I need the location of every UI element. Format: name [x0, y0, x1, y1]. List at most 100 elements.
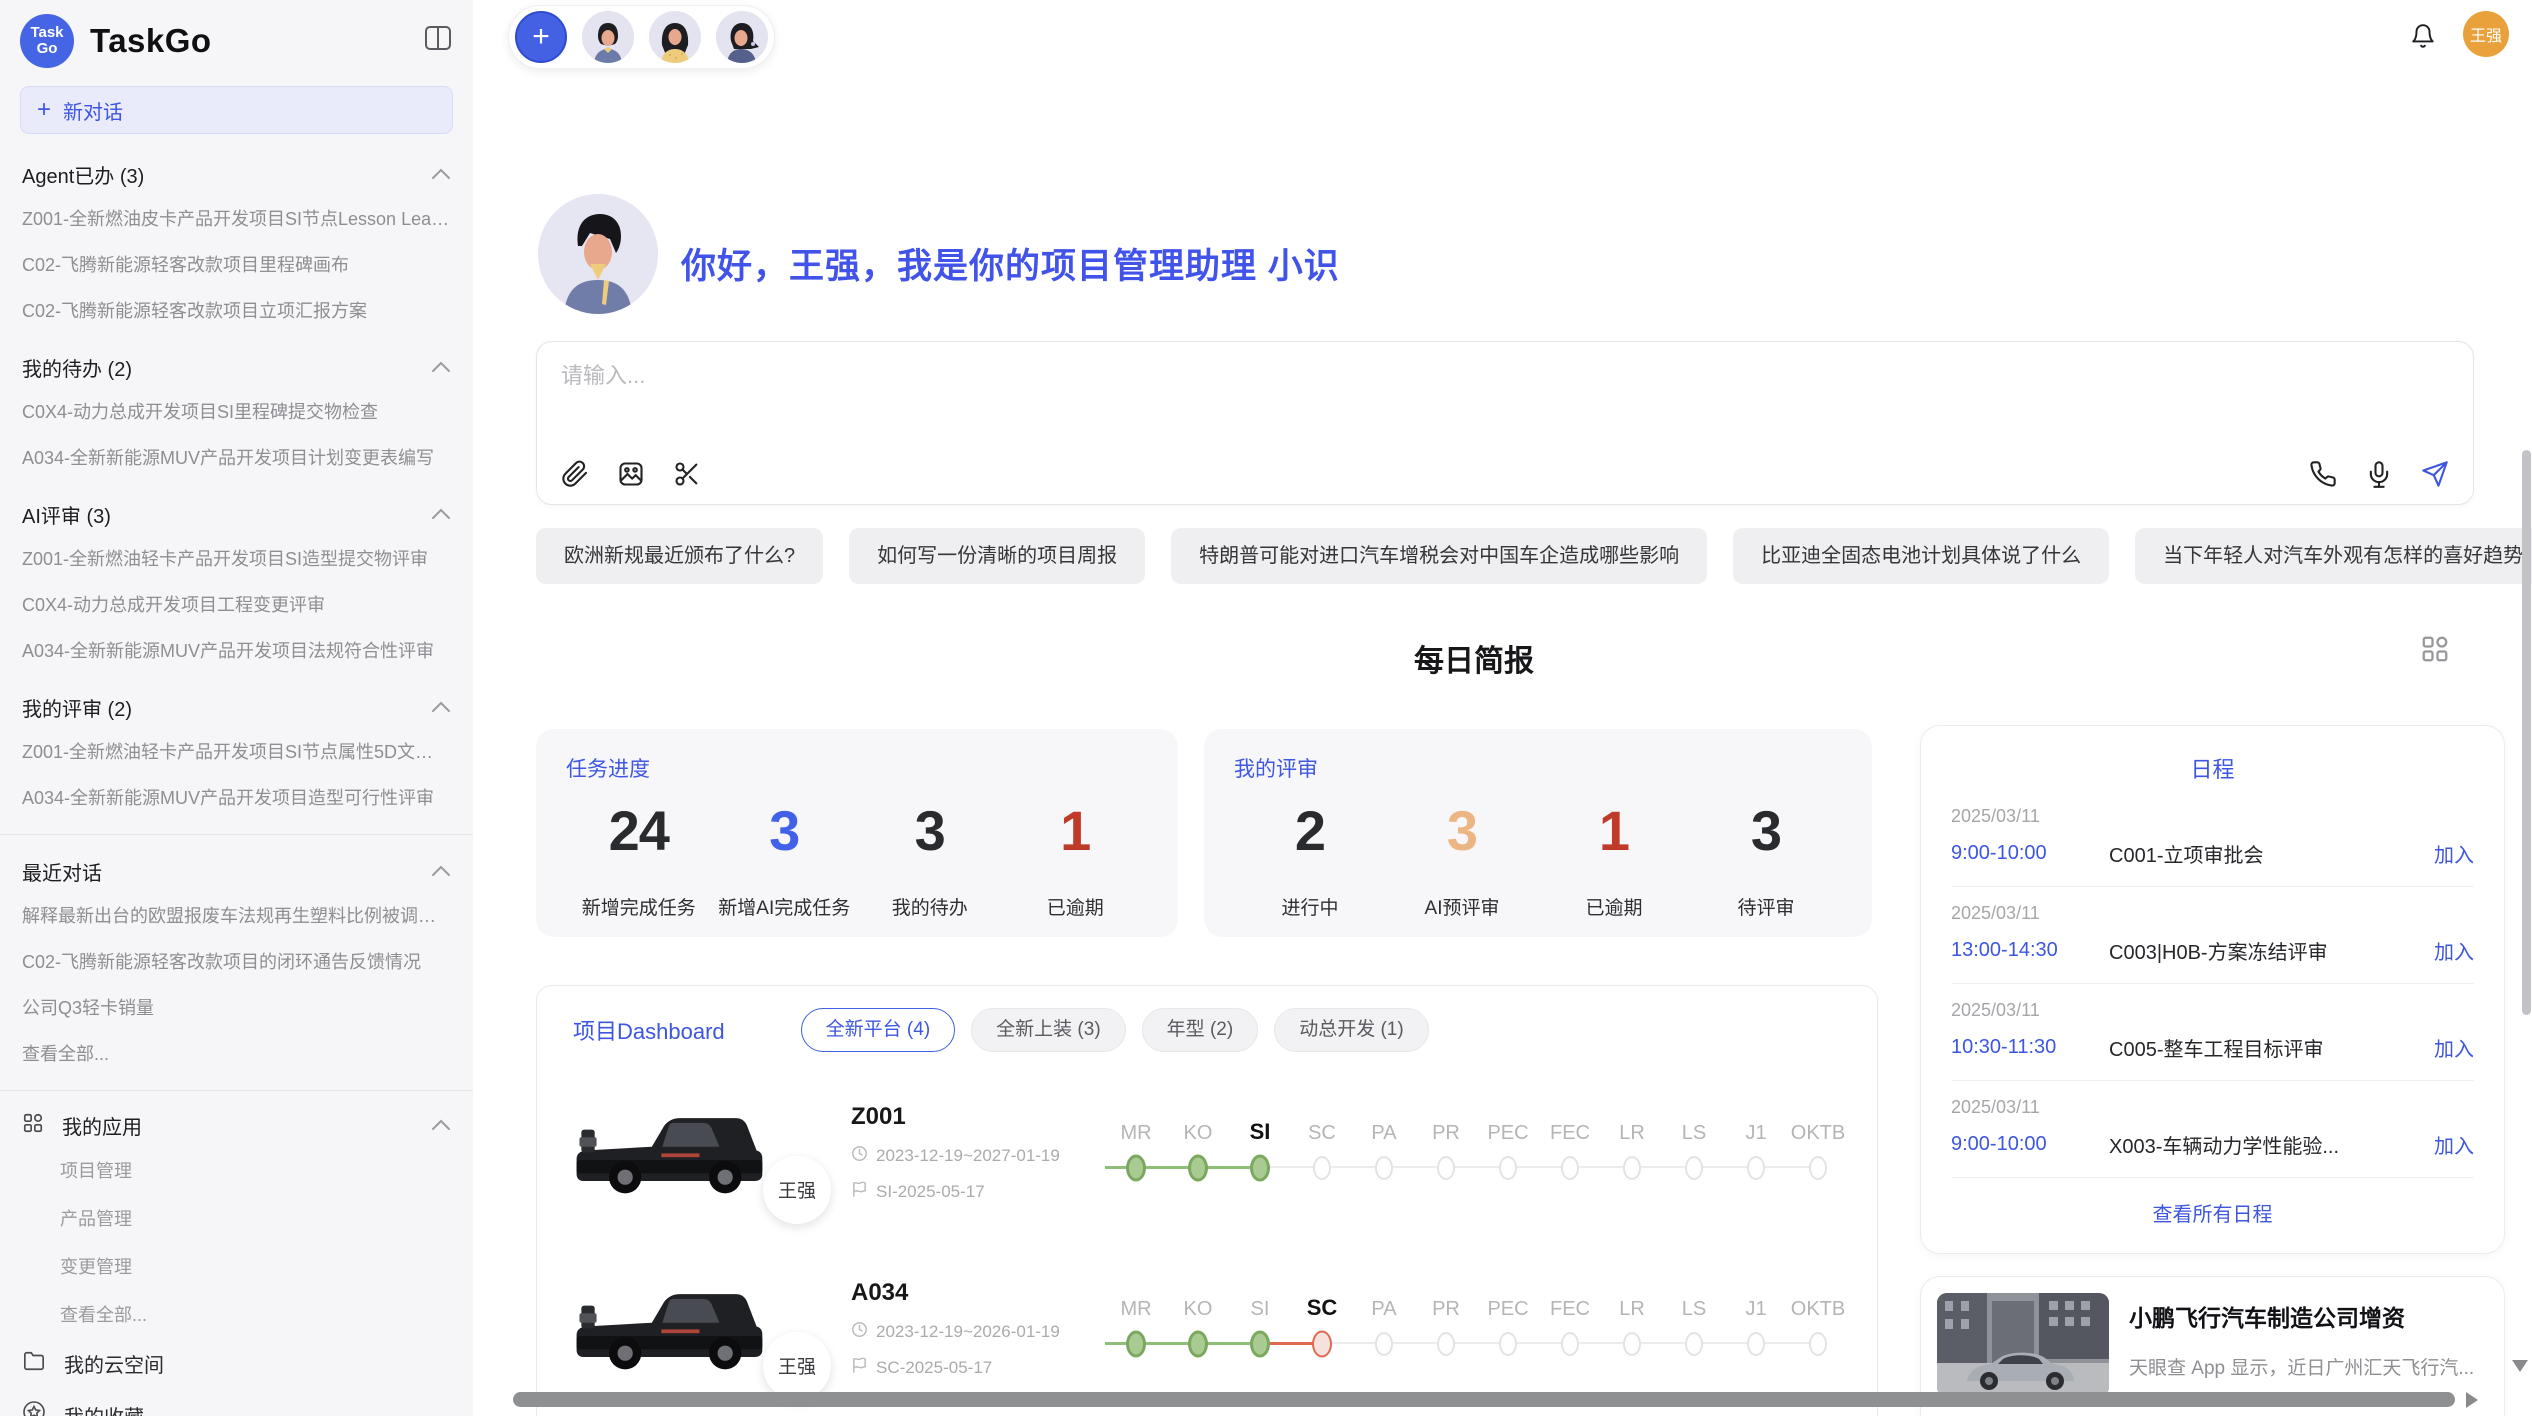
sidebar-section-header[interactable]: 我的待办 (2)	[0, 333, 473, 388]
app-sub-item[interactable]: 变更管理	[0, 1242, 473, 1290]
recent-chat-item[interactable]: 查看全部...	[0, 1030, 473, 1076]
project-row: 王强Z0012023-12-19~2027-01-19SI-2025-05-17…	[561, 1078, 1853, 1228]
right-column: 日程 2025/03/119:00-10:00C001-立项审批会加入2025/…	[1920, 725, 2505, 1416]
sidebar-task-item[interactable]: A034-全新新能源MUV产品开发项目计划变更表编写	[0, 434, 473, 480]
user-avatar[interactable]: 王强	[2463, 11, 2509, 57]
milestone-MR: MR	[1105, 1291, 1167, 1367]
milestone-dot	[1126, 1155, 1146, 1182]
cloud-folder-icon	[22, 1350, 46, 1378]
recent-chat-item[interactable]: 解释最新出台的欧盟报废车法规再生塑料比例被调至15%...	[0, 892, 473, 938]
milestone-LS: LS	[1663, 1291, 1725, 1367]
milestone-PA: PA	[1353, 1291, 1415, 1367]
sidebar: Task Go TaskGo + 新对话 Agent已办 (3)Z001-全新燃…	[0, 0, 473, 1416]
suggestion-chip[interactable]: 如何写一份清晰的项目周报	[849, 528, 1145, 584]
milestone-LR: LR	[1601, 1291, 1663, 1367]
sidebar-task-item[interactable]: C0X4-动力总成开发项目工程变更评审	[0, 581, 473, 627]
view-all-schedule-link[interactable]: 查看所有日程	[1951, 1178, 2474, 1243]
sidebar-section-header[interactable]: 我的评审 (2)	[0, 673, 473, 728]
sidebar-task-item[interactable]: A034-全新新能源MUV产品开发项目法规符合性评审	[0, 627, 473, 673]
app-sub-item[interactable]: 项目管理	[0, 1146, 473, 1194]
dashboard-tab[interactable]: 动总开发 (1)	[1274, 1008, 1429, 1052]
stat-value: 3	[1690, 799, 1842, 863]
contact-avatar-1[interactable]	[582, 11, 634, 63]
dashboard-tab[interactable]: 全新上装 (3)	[971, 1008, 1126, 1052]
contact-avatar-2[interactable]	[649, 11, 701, 63]
milestone-dot	[1499, 1332, 1517, 1356]
milestone-label: PR	[1432, 1115, 1460, 1145]
suggestion-chip[interactable]: 比亚迪全固态电池计划具体说了什么	[1733, 528, 2109, 584]
sidebar-task-item[interactable]: Z001-全新燃油皮卡产品开发项目SI节点Lesson Learn报告	[0, 195, 473, 241]
sidebar-item-我的云空间[interactable]: 我的云空间	[0, 1338, 473, 1389]
vertical-scrollbar[interactable]	[2522, 450, 2531, 1015]
sidebar-task-item[interactable]: C02-飞腾新能源轻客改款项目立项汇报方案	[0, 287, 473, 333]
chat-input[interactable]	[559, 356, 2259, 426]
milestone-FEC: FEC	[1539, 1115, 1601, 1191]
milestone-dot	[1313, 1156, 1331, 1180]
recent-chat-item[interactable]: 公司Q3轻卡销量	[0, 984, 473, 1030]
recent-chats-header[interactable]: 最近对话	[0, 837, 473, 892]
join-link[interactable]: 加入	[2434, 839, 2474, 868]
scroll-down-arrow-icon[interactable]	[2512, 1360, 2528, 1372]
milestone-dot	[1250, 1155, 1270, 1182]
stat-label: 我的待办	[857, 893, 1003, 920]
phone-icon[interactable]	[2309, 460, 2337, 488]
milestone-label: KO	[1184, 1291, 1213, 1321]
sidebar-item-我的收藏[interactable]: 我的收藏	[0, 1389, 473, 1416]
project-dates: 2023-12-19~2027-01-19	[851, 1145, 1096, 1167]
dashboard-tab[interactable]: 全新平台 (4)	[801, 1008, 956, 1052]
attach-icon[interactable]	[561, 460, 589, 488]
news-title: 小鹏飞行汽车制造公司增资	[2129, 1299, 2474, 1333]
horizontal-scrollbar[interactable]	[513, 1392, 2455, 1407]
suggestion-chip[interactable]: 欧洲新规最近颁布了什么?	[536, 528, 823, 584]
my-apps-header[interactable]: 我的应用	[0, 1093, 473, 1146]
greeting-text: 你好，王强，我是你的项目管理助理 小识	[681, 238, 1340, 289]
dashboard-tab[interactable]: 年型 (2)	[1142, 1008, 1259, 1052]
sidebar-task-item[interactable]: A034-全新新能源MUV产品开发项目造型可行性评审	[0, 774, 473, 820]
stat-label: 已逾期	[1538, 893, 1690, 920]
recent-chat-item[interactable]: C02-飞腾新能源轻客改款项目的闭环通告反馈情况	[0, 938, 473, 984]
new-chat-button[interactable]: + 新对话	[20, 86, 453, 134]
app-sub-item[interactable]: 产品管理	[0, 1194, 473, 1242]
event-title: C005-整车工程目标评审	[2109, 1033, 2420, 1062]
join-link[interactable]: 加入	[2434, 936, 2474, 965]
event-time: 10:30-11:30	[1951, 1036, 2109, 1059]
stat-value: 24	[566, 799, 712, 863]
briefing-layout-icon[interactable]	[2420, 634, 2450, 669]
sidebar-section-header[interactable]: Agent已办 (3)	[0, 140, 473, 195]
suggestion-chip[interactable]: 特朗普可能对进口汽车增税会对中国车企造成哪些影响	[1171, 528, 1707, 584]
stat-label: 进行中	[1234, 893, 1386, 920]
milestone-label: SI	[1251, 1291, 1270, 1321]
stat-value: 3	[712, 799, 858, 863]
app-sub-item[interactable]: 查看全部...	[0, 1290, 473, 1338]
image-icon[interactable]	[617, 460, 645, 488]
chevron-up-icon	[431, 860, 451, 883]
stat-label: 新增AI完成任务	[712, 893, 858, 920]
stat-item: 3 新增AI完成任务	[712, 799, 858, 920]
sidebar-task-item[interactable]: Z001-全新燃油轻卡产品开发项目SI造型提交物评审	[0, 535, 473, 581]
add-conversation-button[interactable]: +	[515, 11, 567, 63]
project-dates-label: 2023-12-19~2026-01-19	[876, 1322, 1060, 1342]
sidebar-task-item[interactable]: C02-飞腾新能源轻客改款项目里程碑画布	[0, 241, 473, 287]
join-link[interactable]: 加入	[2434, 1033, 2474, 1062]
milestone-SI: SI	[1229, 1291, 1291, 1367]
milestone-track: MRKOSISCPAPRPECFECLRLSJ1OKTB	[1105, 1115, 1849, 1191]
send-icon[interactable]	[2421, 460, 2449, 488]
event-time: 13:00-14:30	[1951, 939, 2109, 962]
sidebar-collapse-icon[interactable]	[425, 26, 451, 50]
contact-avatar-3[interactable]	[716, 11, 768, 63]
sidebar-task-item[interactable]: C0X4-动力总成开发项目SI里程碑提交物检查	[0, 388, 473, 434]
section-title: 我的待办 (2)	[22, 353, 132, 382]
scissors-icon[interactable]	[673, 460, 701, 488]
mic-icon[interactable]	[2365, 460, 2393, 488]
event-title: X003-车辆动力学性能验...	[2109, 1130, 2420, 1159]
scroll-right-arrow-icon[interactable]	[2466, 1392, 2478, 1408]
app-logo: Task Go	[20, 14, 74, 68]
notification-bell-icon[interactable]	[2410, 22, 2436, 55]
sidebar-task-item[interactable]: Z001-全新燃油轻卡产品开发项目SI节点属性5D文件评审	[0, 728, 473, 774]
milestone-dot	[1250, 1331, 1270, 1358]
milestone-label: J1	[1745, 1115, 1766, 1145]
join-link[interactable]: 加入	[2434, 1130, 2474, 1159]
suggestion-chip[interactable]: 当下年轻人对汽车外观有怎样的喜好趋势	[2135, 528, 2532, 584]
sidebar-section-header[interactable]: AI评审 (3)	[0, 480, 473, 535]
milestone-label: LS	[1682, 1115, 1706, 1145]
